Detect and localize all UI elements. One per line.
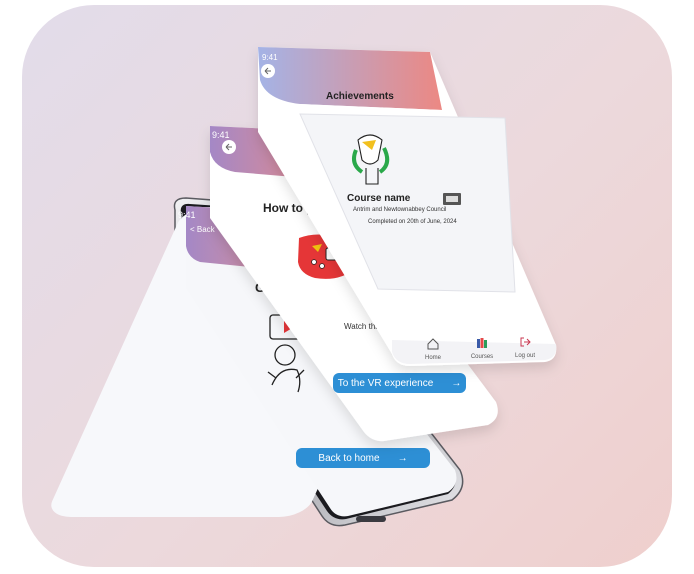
books-icon [477, 338, 487, 348]
council-name: Antrim and Newtownabbey Council [353, 207, 447, 213]
nav-logout[interactable]: Log out [508, 335, 542, 359]
nav-home[interactable]: Home [418, 337, 448, 361]
nav-home-label: Home [424, 355, 441, 361]
mockup-stage: 9:41 < Back Gro Back to home → 9:41 How … [0, 0, 694, 574]
nav-courses-label: Courses [470, 354, 494, 360]
screen-front-surface [258, 47, 557, 366]
course-name: Course name [347, 193, 411, 204]
certificate-icon [443, 193, 461, 205]
home-icon [427, 338, 439, 350]
nav-courses[interactable]: Courses [465, 336, 499, 360]
achievements-title: Achievements [326, 91, 394, 102]
nav-logout-label: Log out [514, 353, 536, 359]
front-time: 9:41 [262, 53, 278, 62]
completed-date: Completed on 20th of June, 2024 [368, 219, 457, 225]
logout-icon [520, 337, 531, 347]
